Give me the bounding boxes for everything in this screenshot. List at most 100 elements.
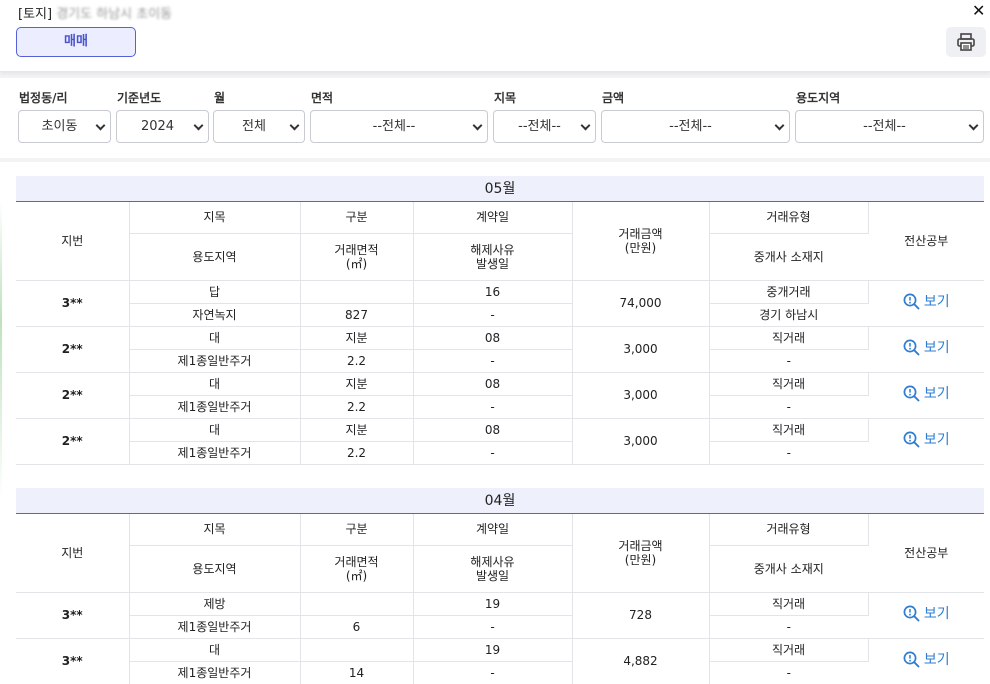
header-deal-type: 거래유형 (709, 202, 869, 234)
title-location: 경기도 하남시 초이동 (56, 7, 173, 22)
header-cancel-date: 해제사유 발생일 (413, 545, 573, 593)
search-detail-icon (903, 385, 920, 402)
chevron-down-icon (968, 120, 979, 131)
cell-agent-location: - (709, 441, 868, 465)
chevron-down-icon (289, 120, 300, 131)
cell-gubun (300, 280, 414, 304)
filter-select-price[interactable]: --전체-- (601, 110, 790, 143)
dialog-title: [토지] 경기도 하남시 초이동 (18, 3, 172, 22)
title-category: [토지] (18, 7, 53, 22)
filter-select-year[interactable]: 2024 (116, 110, 209, 143)
cell-zone: 제1종일반주거 (129, 615, 301, 639)
header-jibun: 지번 (16, 514, 130, 593)
cell-zone: 제1종일반주거 (129, 441, 301, 465)
search-detail-icon (903, 339, 920, 356)
cell-gubun (300, 592, 414, 616)
cell-cancel-date: - (413, 349, 573, 373)
cell-deal-type: 직거래 (709, 418, 869, 442)
view-label: 보기 (923, 605, 950, 622)
cell-contract-date: 16 (413, 280, 573, 304)
header-zone: 용도지역 (129, 545, 301, 593)
cell-jimok: 대 (129, 372, 301, 396)
filter-bar: 법정동/리 초이동 기준년도 2024 월 전체 면적 --전체-- 지목 --전체-- 금액 --전… (0, 78, 990, 158)
header-agent-location: 중개사 소재지 (709, 233, 868, 281)
cell-price: 728 (572, 592, 710, 639)
table-row: 제1종일반주거 2.2- - (16, 441, 984, 465)
filter-select-month[interactable]: 전체 (213, 110, 305, 143)
cell-gubun: 지분 (300, 372, 414, 396)
month-header: 05월 (16, 176, 984, 202)
cell-price: 3,000 (572, 326, 710, 373)
header-deal-type: 거래유형 (709, 514, 869, 546)
filter-select-dong[interactable]: 초이동 (18, 110, 111, 143)
cell-gubun (300, 638, 414, 662)
table-row: 2** 대 지분 08 3,000 직거래보기 (16, 372, 984, 419)
cell-contract-date: 19 (413, 592, 573, 616)
view-label: 보기 (923, 385, 950, 402)
header-jibun: 지번 (16, 202, 130, 281)
transaction-table: 지번 지목 구분 계약일 거래금액 (만원) 거래유형 전산공부 용도지역 거래면적 (㎡) 해제사유… (16, 202, 984, 465)
cell-documents: 보기 (868, 592, 984, 639)
view-label: 보기 (923, 293, 950, 310)
header-gubun: 구분 (300, 514, 414, 546)
header-zone: 용도지역 (129, 233, 301, 281)
cell-price: 4,882 (572, 638, 710, 684)
cell-agent-location: 경기 하남시 (709, 303, 868, 327)
filter-label-jimok: 지목 (494, 91, 517, 105)
filter-select-value: 전체 (242, 119, 266, 134)
view-label: 보기 (923, 651, 950, 668)
month-header: 04월 (16, 488, 984, 514)
filter-label-price: 금액 (602, 91, 625, 105)
header-agent-location: 중개사 소재지 (709, 545, 868, 593)
view-button[interactable]: 보기 (903, 431, 950, 448)
cell-area: 827 (300, 303, 414, 327)
cell-cancel-date: - (413, 441, 573, 465)
print-icon (957, 33, 975, 51)
view-button[interactable]: 보기 (903, 385, 950, 402)
cell-deal-type: 직거래 (709, 638, 869, 662)
cell-agent-location: - (709, 661, 868, 684)
view-button[interactable]: 보기 (903, 293, 950, 310)
cell-agent-location: - (709, 349, 868, 373)
cell-deal-type: 직거래 (709, 326, 869, 350)
header-contract-date: 계약일 (413, 202, 573, 234)
chevron-down-icon (580, 120, 591, 131)
chevron-down-icon (774, 120, 785, 131)
cell-documents: 보기 (868, 326, 984, 373)
cell-jibun: 2** (16, 372, 130, 419)
transaction-list: 05월 지번 지목 구분 계약일 거래금액 (만원) 거래유형 전산공부 용도지역 거래면적 (㎡) 해… (0, 162, 990, 684)
cell-zone: 제1종일반주거 (129, 661, 301, 684)
cell-jimok: 제방 (129, 592, 301, 616)
header-documents: 전산공부 (868, 202, 984, 281)
table-row: 3** 제방 19 728 직거래 보기 (16, 592, 984, 639)
header-jimok: 지목 (129, 514, 301, 546)
cell-price: 3,000 (572, 372, 710, 419)
search-detail-icon (903, 431, 920, 448)
filter-label-year: 기준년도 (117, 91, 162, 105)
view-button[interactable]: 보기 (903, 605, 950, 622)
filter-select-jimok[interactable]: --전체-- (493, 110, 596, 143)
scroll-edge (0, 200, 2, 500)
filter-select-zone[interactable]: --전체-- (795, 110, 984, 143)
filter-select-value: 2024 (140, 119, 175, 134)
tab-sale[interactable]: 매매 (16, 27, 136, 57)
chevron-down-icon (193, 120, 204, 131)
filter-select-area[interactable]: --전체-- (310, 110, 488, 143)
view-button[interactable]: 보기 (903, 651, 950, 668)
header-area: 거래면적 (㎡) (300, 545, 414, 593)
cell-area: 6 (300, 615, 414, 639)
filter-select-value: 초이동 (41, 119, 78, 134)
cell-agent-location: - (709, 395, 868, 419)
cell-jibun: 3** (16, 638, 130, 684)
close-icon[interactable]: ✕ (972, 1, 985, 20)
view-button[interactable]: 보기 (903, 339, 950, 356)
header-cancel-date: 해제사유 발생일 (413, 233, 573, 281)
filter-select-value: --전체-- (863, 119, 906, 134)
cell-deal-type: 직거래 (709, 372, 869, 396)
chevron-down-icon (472, 120, 483, 131)
table-row: 제1종일반주거 2.2- - (16, 395, 984, 419)
print-button[interactable] (946, 27, 986, 57)
cell-contract-date: 08 (413, 372, 573, 396)
cell-cancel-date: - (413, 615, 573, 639)
table-row: 3** 대 19 4,882 직거래 보기 (16, 638, 984, 684)
